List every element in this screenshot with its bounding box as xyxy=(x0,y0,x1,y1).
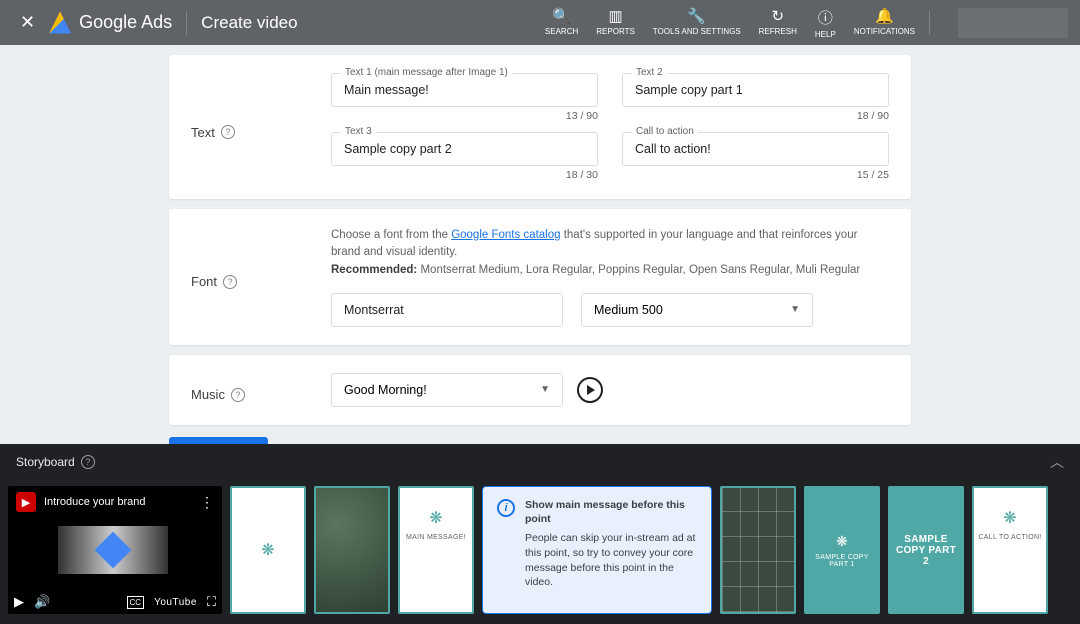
google-fonts-link[interactable]: Google Fonts catalog xyxy=(451,229,560,241)
search-tool[interactable]: 🔍SEARCH xyxy=(545,7,578,36)
brand-logo-icon: ❋ xyxy=(400,508,472,528)
refresh-tool[interactable]: ↻REFRESH xyxy=(759,7,797,36)
text1-field: Text 1 (main message after Image 1) xyxy=(331,73,598,107)
font-description: Choose a font from the Google Fonts cata… xyxy=(331,227,889,279)
help-icon[interactable]: ? xyxy=(223,275,237,289)
brand-text: Google Ads xyxy=(79,12,172,33)
reports-tool[interactable]: ▥REPORTS xyxy=(596,7,635,36)
text2-field: Text 2 xyxy=(622,73,889,107)
text2-label: Text 2 xyxy=(632,67,667,78)
text2-input[interactable] xyxy=(622,73,889,107)
text1-label: Text 1 (main message after Image 1) xyxy=(341,67,512,78)
font-card: Font ? Choose a font from the Google Fon… xyxy=(169,209,911,345)
video-thumbnail xyxy=(58,526,168,574)
search-icon: 🔍 xyxy=(552,7,571,25)
page-title: Create video xyxy=(201,13,297,33)
storyboard-info-callout: i Show main message before this point Pe… xyxy=(482,486,712,614)
storyboard-frame-6[interactable]: SAMPLE COPY PART 2 xyxy=(888,486,964,614)
brand-logo-icon: ❋ xyxy=(974,508,1046,528)
storyboard-frame-3[interactable]: ❋ MAIN MESSAGE! xyxy=(398,486,474,614)
youtube-badge-icon: ▶ xyxy=(16,492,36,512)
storyboard-title: Storyboard ? xyxy=(16,455,95,469)
frame-copy1-text: SAMPLE COPY PART 1 xyxy=(806,554,878,568)
storyboard-frame-4[interactable] xyxy=(720,486,796,614)
cta-input[interactable] xyxy=(622,132,889,166)
font-label: Font ? xyxy=(191,227,331,327)
wrench-icon: 🔧 xyxy=(687,7,706,25)
text1-count: 13 / 90 xyxy=(331,110,598,122)
frame-main-text: MAIN MESSAGE! xyxy=(400,534,472,541)
brand-logo-icon: ❋ xyxy=(232,540,304,560)
storyboard-panel: Storyboard ? ︿ ▶ Introduce your brand ⋮ … xyxy=(0,444,1080,624)
notifications-tool[interactable]: 🔔NOTIFICATIONS xyxy=(854,7,915,36)
header-tools: 🔍SEARCH ▥REPORTS 🔧TOOLS AND SETTINGS ↻RE… xyxy=(545,7,915,39)
text3-count: 18 / 30 xyxy=(331,169,598,181)
help-icon[interactable]: ? xyxy=(231,388,245,402)
help-icon[interactable]: ? xyxy=(221,125,235,139)
fullscreen-icon[interactable]: ⛶ xyxy=(207,594,216,610)
youtube-label[interactable]: YouTube xyxy=(154,597,197,608)
music-track-select[interactable]: Good Morning! ▼ xyxy=(331,373,563,407)
text-card: Text ? Text 1 (main message after Image … xyxy=(169,55,911,199)
main-content: Text ? Text 1 (main message after Image … xyxy=(0,45,1080,469)
chevron-down-icon: ▼ xyxy=(540,384,550,395)
brand-logo-icon: ❋ xyxy=(836,533,848,550)
play-icon xyxy=(587,385,595,395)
cta-label: Call to action xyxy=(632,126,698,137)
frame-cta-text: CALL TO ACTION! xyxy=(974,534,1046,541)
app-header: ✕ Google Ads Create video 🔍SEARCH ▥REPOR… xyxy=(0,0,1080,45)
play-button[interactable] xyxy=(577,377,603,403)
close-icon[interactable]: ✕ xyxy=(12,8,43,37)
font-weight-select[interactable]: Medium 500 ▼ xyxy=(581,293,813,327)
text1-input[interactable] xyxy=(331,73,598,107)
frame-copy2-text: SAMPLE COPY PART 2 xyxy=(890,534,962,567)
info-title: Show main message before this point xyxy=(525,499,697,526)
play-icon[interactable]: ▶ xyxy=(14,594,24,610)
divider xyxy=(186,11,187,35)
collapse-icon[interactable]: ︿ xyxy=(1050,452,1064,472)
storyboard-strip: ▶ Introduce your brand ⋮ ▶ 🔊 CC YouTube … xyxy=(0,480,1080,620)
info-text: People can skip your in-stream ad at thi… xyxy=(525,531,697,590)
help-tool[interactable]: ⓘHELP xyxy=(815,7,836,39)
help-icon[interactable]: ? xyxy=(81,455,95,469)
video-title: Introduce your brand xyxy=(44,496,192,508)
text3-field: Text 3 xyxy=(331,132,598,166)
divider xyxy=(929,11,930,35)
cc-icon[interactable]: CC xyxy=(127,596,145,609)
info-icon: i xyxy=(497,499,515,517)
chevron-down-icon: ▼ xyxy=(790,304,800,315)
account-block[interactable] xyxy=(958,8,1068,38)
text2-count: 18 / 90 xyxy=(622,110,889,122)
volume-icon[interactable]: 🔊 xyxy=(34,594,50,610)
cta-count: 15 / 25 xyxy=(622,169,889,181)
text3-label: Text 3 xyxy=(341,126,376,137)
help-icon: ⓘ xyxy=(818,7,833,28)
music-label: Music ? xyxy=(191,373,331,407)
bell-icon: 🔔 xyxy=(875,7,894,25)
storyboard-frame-1[interactable]: ❋ xyxy=(230,486,306,614)
cta-field: Call to action xyxy=(622,132,889,166)
storyboard-frame-7[interactable]: ❋ CALL TO ACTION! xyxy=(972,486,1048,614)
logo: Google Ads xyxy=(49,12,172,34)
music-card: Music ? Good Morning! ▼ xyxy=(169,355,911,425)
storyboard-video-preview[interactable]: ▶ Introduce your brand ⋮ ▶ 🔊 CC YouTube … xyxy=(8,486,222,614)
text-label: Text ? xyxy=(191,73,331,181)
kebab-icon[interactable]: ⋮ xyxy=(200,494,214,511)
tools-settings-tool[interactable]: 🔧TOOLS AND SETTINGS xyxy=(653,7,741,36)
reports-icon: ▥ xyxy=(608,7,622,25)
font-family-input[interactable] xyxy=(331,293,563,327)
ads-logo-icon xyxy=(49,12,71,34)
storyboard-frame-5[interactable]: ❋ SAMPLE COPY PART 1 xyxy=(804,486,880,614)
refresh-icon: ↻ xyxy=(772,7,785,25)
text3-input[interactable] xyxy=(331,132,598,166)
storyboard-frame-2[interactable] xyxy=(314,486,390,614)
